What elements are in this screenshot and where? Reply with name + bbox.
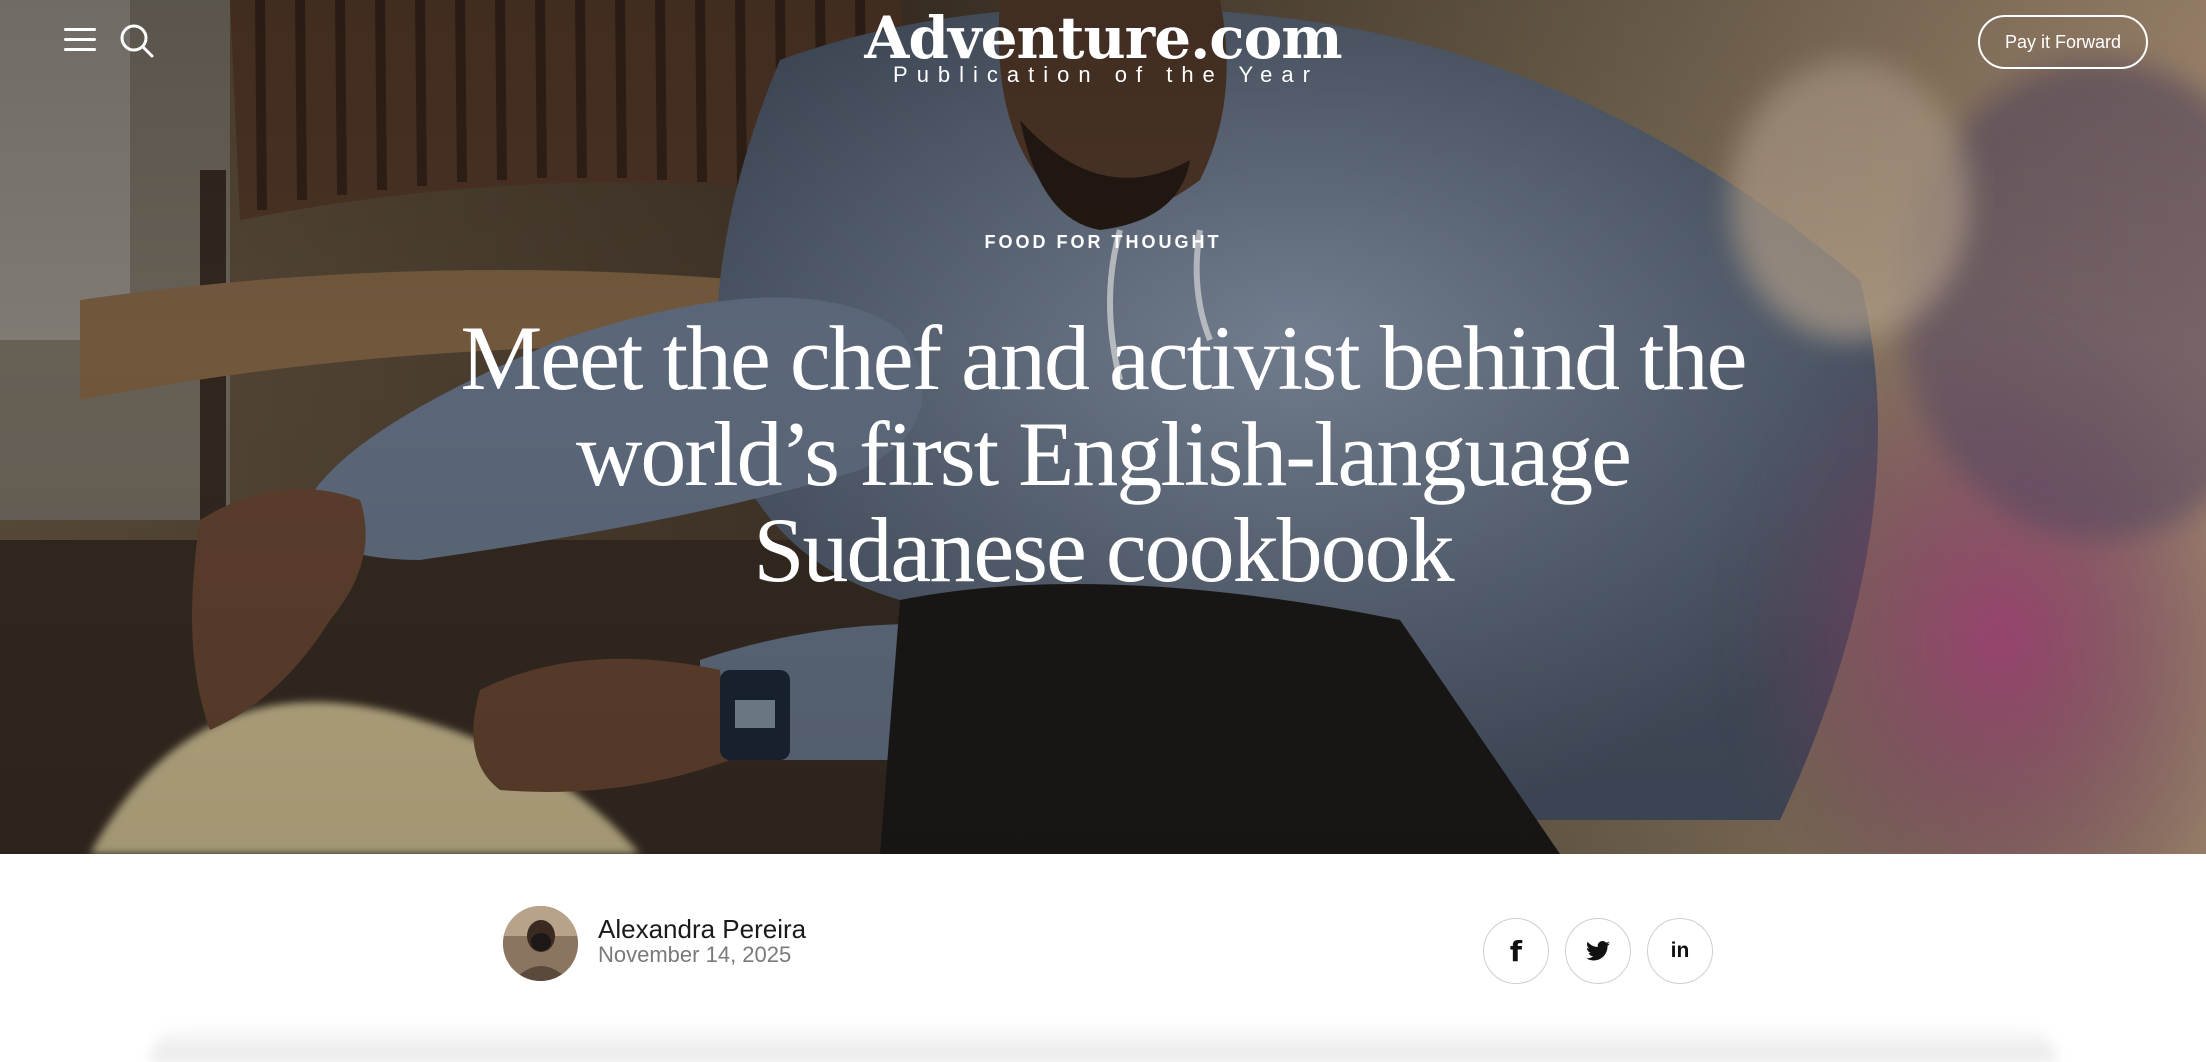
pay-it-forward-button[interactable]: Pay it Forward	[1977, 15, 2148, 69]
author-avatar[interactable]	[503, 906, 578, 981]
site-brand: Adventure.com Publication of the Year	[0, 6, 2206, 88]
facebook-share-button[interactable]: f	[1483, 918, 1549, 984]
twitter-share-button[interactable]	[1565, 918, 1631, 984]
facebook-icon: f	[1509, 934, 1523, 968]
site-tagline: Publication of the Year	[893, 62, 1319, 87]
twitter-icon	[1586, 941, 1610, 961]
hero-section: Adventure.com Publication of the Year Pa…	[0, 0, 2206, 854]
headline-line: world’s first English-language	[575, 403, 1632, 505]
article-headline: Meet the chef and activist behind the wo…	[403, 310, 1803, 598]
content-card-edge	[150, 1022, 2056, 1062]
headline-line: Sudanese cookbook	[753, 499, 1454, 601]
article-byline: Alexandra Pereira November 14, 2025 f in	[0, 854, 2206, 1062]
author-name[interactable]: Alexandra Pereira	[598, 914, 806, 945]
article-category[interactable]: FOOD FOR THOUGHT	[0, 232, 2206, 253]
linkedin-icon: in	[1670, 939, 1690, 962]
headline-line: Meet the chef and activist behind the	[460, 307, 1747, 409]
linkedin-share-button[interactable]: in	[1647, 918, 1713, 984]
site-header: Adventure.com Publication of the Year Pa…	[0, 0, 2206, 100]
site-logo[interactable]: Adventure.com	[864, 6, 1342, 70]
avatar-image	[503, 906, 578, 981]
publish-date: November 14, 2025	[598, 942, 792, 967]
